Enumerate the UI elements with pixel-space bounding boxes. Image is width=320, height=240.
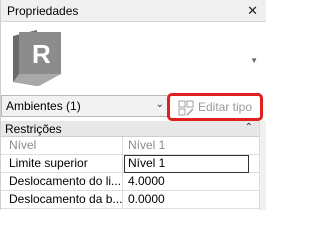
- section-constraints[interactable]: Restrições ⌃: [1, 121, 259, 137]
- chevron-down-icon: ⌄: [155, 99, 164, 110]
- property-name: Limite superior: [1, 155, 123, 173]
- close-icon[interactable]: ✕: [247, 3, 258, 19]
- vertical-scrollbar[interactable]: [259, 121, 266, 210]
- type-selector-dropdown[interactable]: Ambientes (1) ⌄: [1, 95, 169, 117]
- panel-title-bar: Propriedades ✕: [1, 0, 266, 22]
- property-value-input[interactable]: Nível 1: [124, 155, 249, 173]
- property-grid: Restrições ⌃ Nível Nível 1 Limite superi…: [1, 121, 266, 210]
- table-row[interactable]: Deslocamento do li... 4.0000: [1, 173, 259, 191]
- chevron-up-icon[interactable]: ⌃: [245, 122, 253, 133]
- table-row[interactable]: Deslocamento da b... 0.0000: [1, 191, 259, 209]
- type-preview[interactable]: R ▼: [1, 22, 266, 92]
- property-value[interactable]: 4.0000: [124, 173, 249, 191]
- type-selector-label: Ambientes (1): [6, 99, 81, 113]
- property-value[interactable]: 0.0000: [124, 191, 249, 209]
- chevron-down-icon[interactable]: ▼: [250, 56, 258, 65]
- property-name: Nível: [1, 137, 123, 155]
- property-name: Deslocamento do li...: [1, 173, 123, 191]
- logo-letter: R: [32, 39, 51, 69]
- revit-logo-icon: R: [13, 30, 61, 86]
- section-label: Restrições: [5, 122, 62, 136]
- table-row: Nível Nível 1: [1, 137, 259, 155]
- edit-type-label: Editar tipo: [198, 100, 253, 114]
- edit-type-icon: [178, 100, 194, 116]
- property-name: Deslocamento da b...: [1, 191, 123, 209]
- type-selector-row: Ambientes (1) ⌄ Editar tipo: [1, 93, 266, 121]
- panel-title: Propriedades: [7, 4, 79, 18]
- property-value: Nível 1: [128, 138, 166, 152]
- table-row[interactable]: Limite superior Nível 1: [1, 155, 259, 173]
- properties-panel: Propriedades ✕ R ▼ Ambientes (1) ⌄ Edita…: [0, 0, 266, 210]
- edit-type-button[interactable]: Editar tipo: [167, 93, 263, 121]
